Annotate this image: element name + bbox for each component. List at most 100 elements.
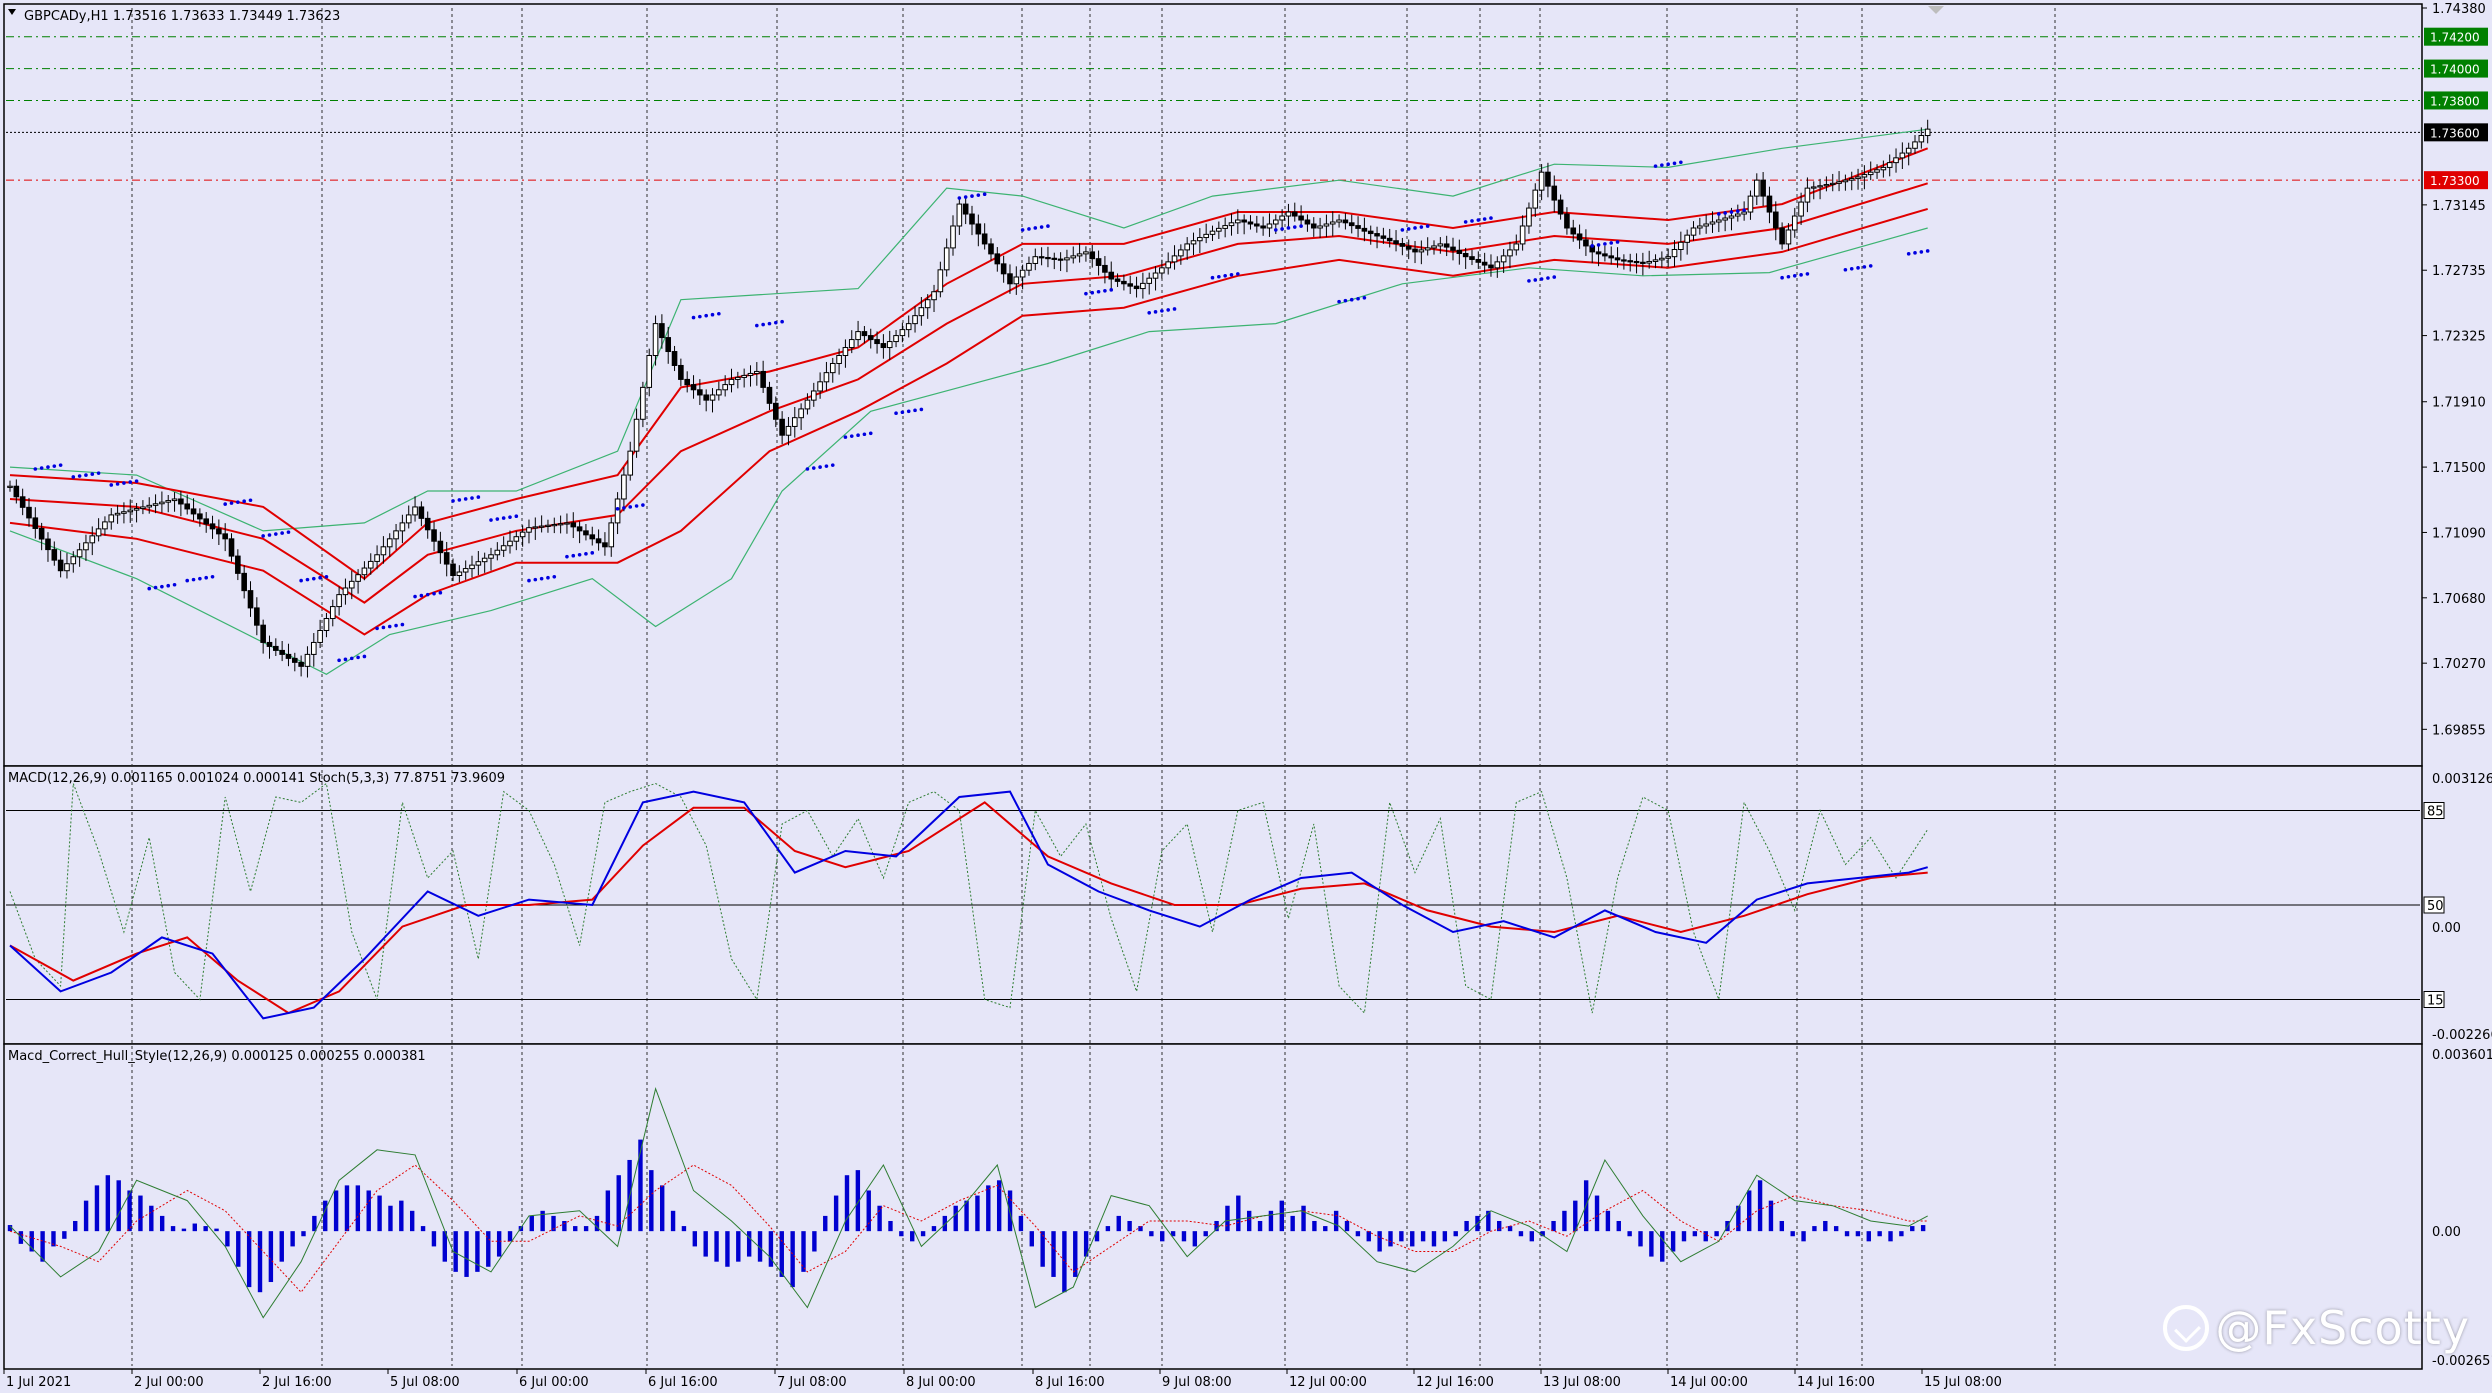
candle-body (273, 645, 279, 651)
candle-body (102, 521, 108, 530)
sar-dot (160, 584, 164, 589)
candle-body (678, 364, 684, 380)
candle-body (614, 498, 621, 524)
hull-histogram-bar (1812, 1226, 1817, 1232)
price-pane[interactable] (3, 3, 2423, 767)
candle-body (1665, 256, 1671, 259)
sar-dot (957, 196, 962, 200)
candle-body (829, 362, 836, 374)
sar-dot (704, 313, 708, 318)
hull-histogram-bar (301, 1231, 306, 1237)
hull-histogram-bar (1888, 1231, 1893, 1242)
hull-histogram-bar (1801, 1231, 1806, 1242)
sar-dot (622, 506, 626, 510)
candle-body (1488, 264, 1494, 269)
candle-body (1690, 227, 1697, 236)
sar-dot (122, 481, 126, 485)
candle-body (665, 337, 672, 353)
candle-body (51, 549, 58, 561)
hull-histogram-bar (1323, 1226, 1328, 1232)
candle-body (431, 529, 437, 542)
candle-body (1551, 185, 1558, 201)
hull-histogram-bar (333, 1190, 339, 1232)
candle-body (981, 233, 988, 245)
hull-histogram-bar (1692, 1231, 1698, 1237)
hull-histogram-bar (246, 1231, 252, 1288)
candle-body (1159, 267, 1165, 274)
hull-histogram-bar (1453, 1231, 1458, 1237)
candle-body (754, 370, 760, 374)
candle-body (1171, 255, 1178, 263)
sar-dot (501, 516, 506, 520)
sar-dot (115, 482, 120, 486)
sar-dot (1489, 216, 1493, 220)
candle-body (1684, 234, 1690, 243)
candle-body (633, 418, 640, 452)
candle-body (545, 524, 551, 527)
hull-histogram-bar (725, 1231, 730, 1267)
candle-body (19, 496, 26, 508)
hull-histogram-bar (1920, 1225, 1926, 1232)
candle-body (1481, 261, 1488, 266)
sar-dot (387, 624, 392, 629)
candle-body (1266, 223, 1273, 229)
hull-macd-label: Macd_Correct_Hull_Style(12,26,9) 0.00012… (8, 1049, 426, 1064)
candle-body (703, 394, 709, 401)
sar-dot (84, 473, 88, 477)
candle-body (1753, 179, 1760, 197)
candle-body (1633, 260, 1640, 264)
candle-body (412, 506, 418, 516)
sar-dot (1084, 291, 1088, 296)
sar-dot (305, 577, 310, 582)
candle-body (1038, 256, 1045, 259)
sar-dot (1210, 275, 1215, 280)
hull-histogram-bar (1312, 1220, 1317, 1232)
candle-body (538, 525, 545, 528)
candle-body (912, 315, 918, 325)
sar-dot (1925, 249, 1930, 253)
hull-histogram-bar (779, 1231, 784, 1277)
sar-dot (419, 593, 424, 598)
sar-dot (1596, 243, 1601, 247)
sar-dot (1805, 272, 1810, 276)
candle-body (1323, 223, 1330, 227)
candle-body (716, 389, 722, 396)
sar-dot (1172, 307, 1177, 311)
sar-dot (533, 577, 538, 582)
candle-body (13, 485, 20, 498)
price-tick-label: 1.72325 (2432, 330, 2486, 345)
candle-body (405, 514, 412, 524)
candle-body (728, 378, 735, 386)
sar-dot (1046, 224, 1050, 228)
trading-chart[interactable]: 1.74380 1.73145 1.72735 1.72325 1.71910 1.715… (0, 0, 2492, 1393)
candle-body (798, 408, 804, 419)
candle-body (1291, 211, 1298, 217)
candle-body (684, 378, 690, 386)
sar-dot (755, 323, 759, 328)
candle-body (1367, 230, 1374, 235)
hull-histogram-bar (420, 1226, 426, 1232)
candle-body (342, 587, 349, 596)
sar-dot (906, 409, 911, 414)
candle-body (709, 394, 716, 401)
candle-body (1728, 215, 1735, 219)
candle-body (1703, 223, 1709, 227)
hull-histogram-bar (192, 1223, 197, 1232)
hull-histogram-bar (1410, 1231, 1415, 1247)
hull-histogram-bar (409, 1210, 415, 1232)
sar-dot (862, 432, 867, 437)
watermark-text: @FxScotty (2215, 1301, 2470, 1355)
candle-body (1374, 233, 1380, 237)
candle-body (791, 417, 798, 427)
candle-body (893, 335, 899, 343)
candle-body (1640, 261, 1646, 264)
candle-body (1747, 195, 1754, 213)
sar-dot (1217, 274, 1221, 279)
candle-body (1709, 221, 1716, 225)
sar-dot (1349, 297, 1354, 302)
candle-body (1507, 249, 1513, 257)
sar-dot (1913, 251, 1917, 255)
sar-dot (584, 552, 588, 556)
sar-dot (761, 322, 765, 327)
sar-dot (546, 575, 550, 580)
